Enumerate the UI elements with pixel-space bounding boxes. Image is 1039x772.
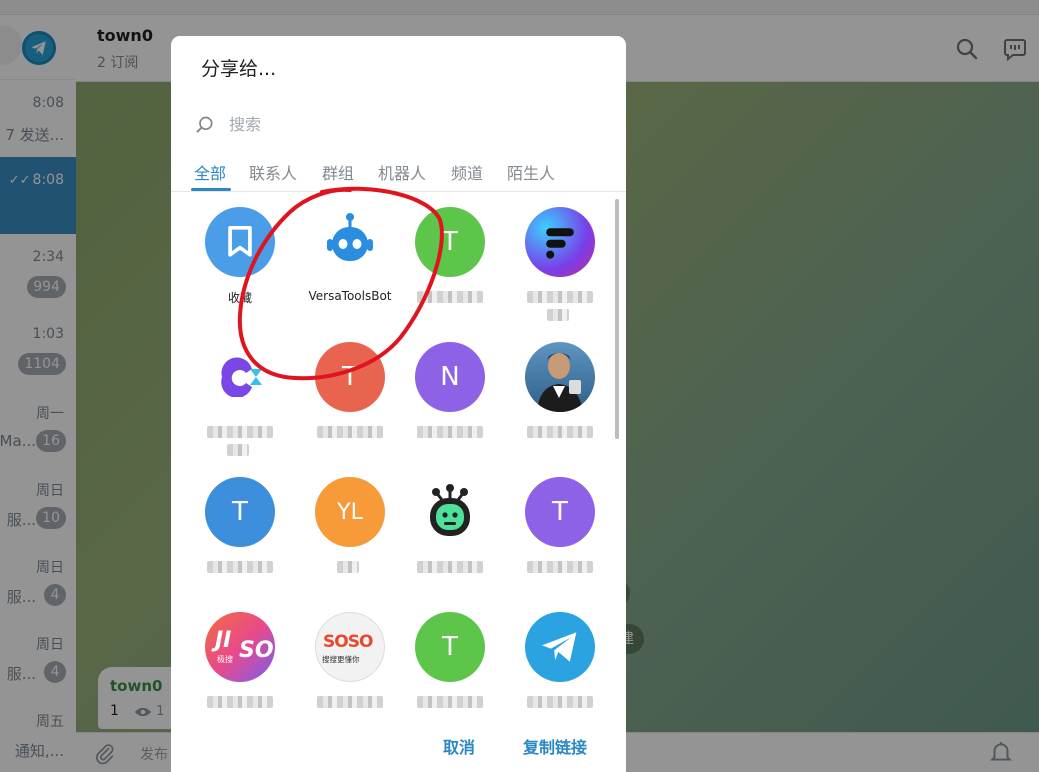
tab-all[interactable]: 全部 <box>194 160 226 184</box>
redacted-label <box>227 444 249 456</box>
dialog-title: 分享给... <box>201 58 277 80</box>
search-icon <box>196 116 213 133</box>
brand-logo-icon <box>525 207 595 277</box>
active-tab-indicator <box>191 188 231 191</box>
letter-avatar: T <box>415 612 485 682</box>
letter-avatar: T <box>315 342 385 412</box>
share-target-contact[interactable]: YL <box>295 463 405 598</box>
redacted-label <box>317 426 383 438</box>
brand-logo-icon: JI SO 极搜 <box>205 612 275 682</box>
share-target-contact[interactable]: T <box>395 193 505 328</box>
brand-logo-icon: SOSO 搜搜更懂你 <box>315 612 385 682</box>
redacted-label <box>417 426 483 438</box>
tab-channels[interactable]: 频道 <box>451 160 483 184</box>
share-dialog: 分享给... 全部 联系人 群组 机器人 频道 陌生人 收藏 VersaTool… <box>171 36 626 772</box>
redacted-label <box>207 696 273 708</box>
share-target-contact[interactable]: T <box>395 598 505 713</box>
share-target-versatoolsbot[interactable]: VersaToolsBot <box>295 193 405 328</box>
share-target-contact[interactable]: T <box>505 463 615 598</box>
tab-groups[interactable]: 群组 <box>322 160 354 184</box>
share-target-contact[interactable]: SOSO 搜搜更懂你 <box>295 598 405 713</box>
logo-text: SO <box>239 638 274 663</box>
share-target-contact[interactable]: JI SO 极搜 <box>185 598 295 713</box>
share-target-label: VersaToolsBot <box>308 289 392 303</box>
redacted-label <box>527 426 593 438</box>
share-target-saved[interactable]: 收藏 <box>185 193 295 328</box>
share-target-contact[interactable]: T <box>185 463 295 598</box>
share-target-grid: 收藏 VersaToolsBot T T N T YL T JI SO 极搜 S… <box>171 193 626 713</box>
photo-avatar <box>525 342 595 412</box>
share-target-contact[interactable] <box>505 598 615 713</box>
brand-logo-icon <box>205 342 275 412</box>
redacted-label <box>317 696 383 708</box>
share-search-input[interactable] <box>229 110 589 138</box>
tab-bots[interactable]: 机器人 <box>378 160 426 184</box>
copy-link-button[interactable]: 复制链接 <box>523 734 587 758</box>
robot-icon <box>315 207 385 277</box>
cancel-button[interactable]: 取消 <box>443 734 475 758</box>
redacted-label <box>527 696 593 708</box>
robot-face-icon <box>415 477 485 547</box>
redacted-label <box>417 561 483 573</box>
share-target-contact[interactable] <box>395 463 505 598</box>
redacted-label <box>207 426 273 438</box>
logo-text: SOSO <box>323 632 373 652</box>
logo-text: 搜搜更懂你 <box>322 655 360 664</box>
redacted-label <box>207 561 273 573</box>
redacted-label <box>547 309 569 321</box>
redacted-label <box>417 696 483 708</box>
grid-scrollbar[interactable] <box>615 199 619 439</box>
share-target-contact[interactable] <box>505 193 615 328</box>
share-target-contact[interactable]: N <box>395 328 505 463</box>
letter-avatar: YL <box>315 477 385 547</box>
tab-strangers[interactable]: 陌生人 <box>507 160 555 184</box>
share-tabs: 全部 联系人 群组 机器人 频道 陌生人 <box>171 158 626 192</box>
telegram-icon <box>525 612 595 682</box>
logo-text: 极搜 <box>217 655 233 664</box>
share-target-contact[interactable]: T <box>295 328 405 463</box>
redacted-label <box>417 291 483 303</box>
letter-avatar: T <box>205 477 275 547</box>
bookmark-icon <box>205 207 275 277</box>
redacted-label <box>527 561 593 573</box>
redacted-label <box>527 291 593 303</box>
share-target-contact[interactable] <box>505 328 615 463</box>
share-target-label: 收藏 <box>227 291 252 305</box>
letter-avatar: N <box>415 342 485 412</box>
letter-avatar: T <box>415 207 485 277</box>
tab-contacts[interactable]: 联系人 <box>249 160 297 184</box>
redacted-label <box>337 561 359 573</box>
logo-text: JI <box>215 628 232 653</box>
letter-avatar: T <box>525 477 595 547</box>
dialog-footer: 取消 复制链接 <box>171 713 626 772</box>
share-target-contact[interactable] <box>185 328 295 463</box>
